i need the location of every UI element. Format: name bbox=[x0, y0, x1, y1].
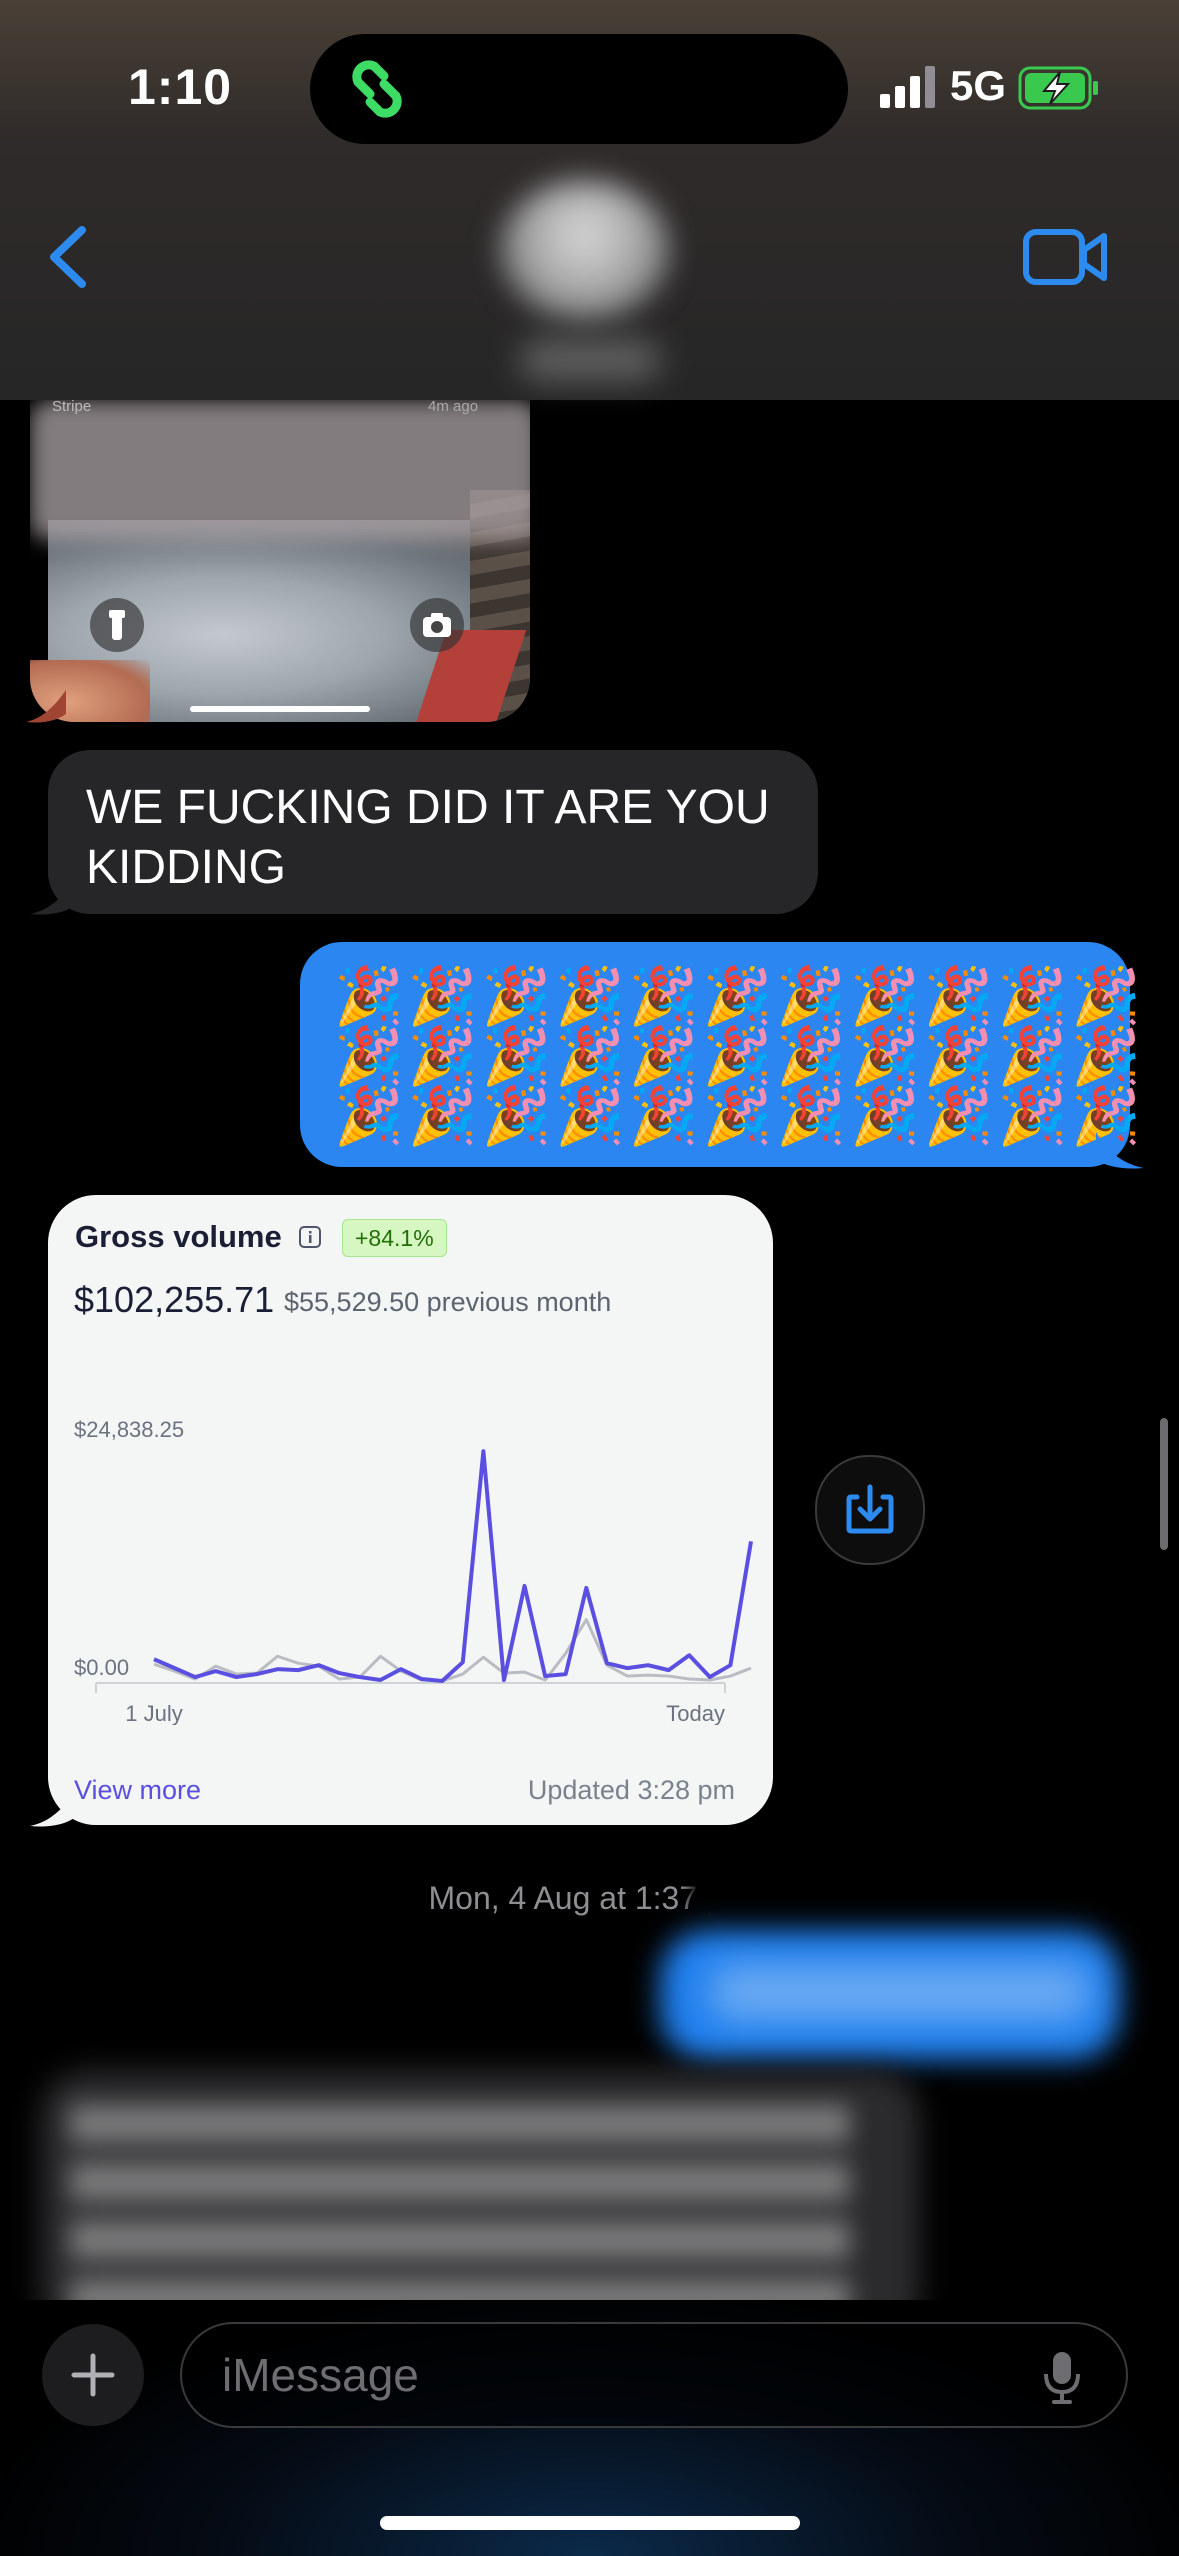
message-placeholder: iMessage bbox=[222, 2349, 419, 2401]
apps-plus-button[interactable] bbox=[42, 2324, 144, 2426]
message-input[interactable]: iMessage bbox=[180, 2322, 1128, 2428]
bubble-tail bbox=[30, 1792, 74, 1827]
linked-rings-icon bbox=[352, 60, 402, 118]
save-to-photos-button[interactable] bbox=[815, 1455, 925, 1565]
change-badge: +84.1% bbox=[342, 1219, 447, 1257]
previous-month-amount: $55,529.50 previous month bbox=[284, 1287, 612, 1317]
x-tick-label-start: 1 July bbox=[125, 1701, 182, 1725]
blurred-text bbox=[710, 1965, 1090, 2020]
conversation-header: 1:10 5G bbox=[0, 0, 1179, 400]
incoming-message[interactable]: WE FUCKING DID IT ARE YOU KIDDING bbox=[48, 750, 818, 914]
timestamp-blur-overlay bbox=[690, 1880, 780, 1924]
blurred-text bbox=[70, 2105, 850, 2325]
blurred-notification bbox=[30, 400, 530, 540]
microphone-icon[interactable] bbox=[1042, 2350, 1082, 2406]
flashlight-icon bbox=[90, 598, 144, 652]
bubble-tail bbox=[26, 690, 66, 723]
home-indicator bbox=[380, 2516, 800, 2530]
network-type: 5G bbox=[950, 62, 1007, 109]
updated-time: Updated 3:28 pm bbox=[527, 1775, 735, 1805]
plus-icon bbox=[71, 2353, 115, 2397]
gross-volume-chart: $24,838.25 $0.00 1 July Today bbox=[74, 1417, 753, 1725]
scrollbar-thumb[interactable] bbox=[1160, 1418, 1168, 1550]
y-tick-bottom: $0.00 bbox=[74, 1655, 129, 1680]
message-text: WE FUCKING DID IT ARE YOU KIDDING bbox=[86, 781, 770, 894]
card-title: Gross volume bbox=[75, 1219, 282, 1254]
camera-icon bbox=[410, 598, 464, 652]
status-time: 1:10 bbox=[128, 59, 233, 115]
info-icon bbox=[299, 1226, 321, 1248]
image-attachment[interactable]: Stripe 4m ago bbox=[30, 400, 530, 722]
contact-avatar[interactable] bbox=[500, 180, 670, 320]
view-more-link[interactable]: View more bbox=[74, 1775, 201, 1806]
party-popper-emojis: 🎉🎉🎉🎉🎉🎉🎉🎉🎉🎉🎉 🎉🎉🎉🎉🎉🎉🎉🎉🎉🎉🎉 🎉🎉🎉🎉🎉🎉🎉🎉🎉🎉🎉 bbox=[334, 964, 1145, 1147]
notification-time: 4m ago bbox=[428, 400, 479, 415]
bubble-tail bbox=[1096, 1132, 1144, 1169]
x-tick-label-end: Today bbox=[666, 1701, 725, 1725]
message-timestamp: Mon, 4 Aug at 1:37 pm bbox=[428, 1880, 751, 1916]
notification-app: Stripe bbox=[52, 400, 92, 415]
download-icon bbox=[846, 1484, 894, 1534]
photo-home-bar bbox=[190, 706, 370, 712]
cellular-signal-icon bbox=[880, 66, 935, 108]
gross-amount: $102,255.71 bbox=[74, 1279, 275, 1320]
contact-name[interactable] bbox=[520, 340, 660, 380]
battery-charging-icon bbox=[1018, 66, 1098, 110]
video-camera-icon[interactable] bbox=[1022, 226, 1108, 288]
bubble-tail bbox=[30, 880, 74, 915]
series-current-line bbox=[153, 1449, 753, 1684]
chevron-left-icon[interactable] bbox=[40, 222, 100, 292]
dynamic-island bbox=[310, 34, 848, 144]
stripe-gross-volume-card[interactable]: Gross volume +84.1% $102,255.71 $55,529.… bbox=[48, 1195, 773, 1825]
y-tick-top: $24,838.25 bbox=[74, 1417, 184, 1442]
outgoing-message[interactable]: 🎉🎉🎉🎉🎉🎉🎉🎉🎉🎉🎉 🎉🎉🎉🎉🎉🎉🎉🎉🎉🎉🎉 🎉🎉🎉🎉🎉🎉🎉🎉🎉🎉🎉 bbox=[300, 942, 1145, 1167]
